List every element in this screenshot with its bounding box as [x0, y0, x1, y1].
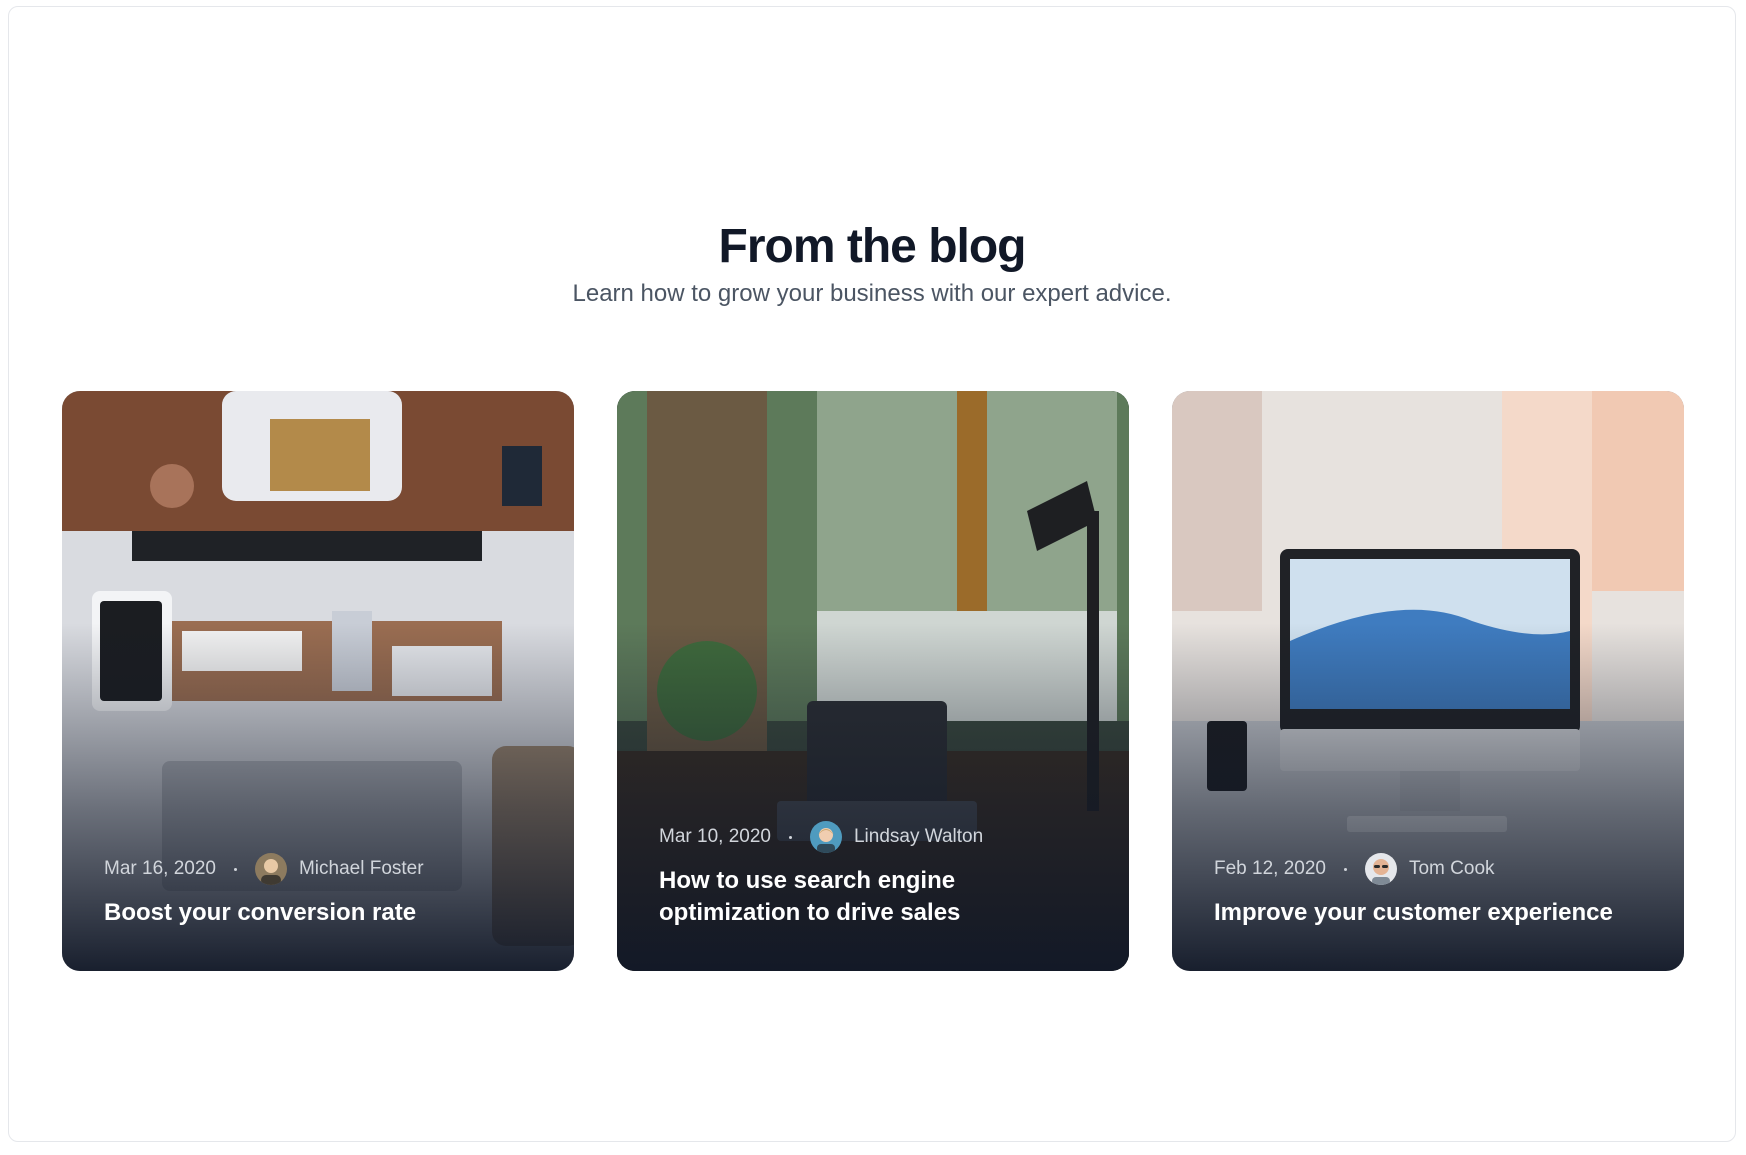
- card-content: Mar 10, 2020 Lindsay Walton How to use s…: [659, 821, 1099, 929]
- blog-post-card[interactable]: Feb 12, 2020 Tom Cook Improve your custo…: [1172, 391, 1684, 971]
- meta-separator: [233, 867, 237, 871]
- post-date: Feb 12, 2020: [1214, 858, 1326, 879]
- card-content: Mar 16, 2020 Michael Foster Boost your c…: [104, 853, 544, 929]
- blog-post-card[interactable]: Mar 16, 2020 Michael Foster Boost your c…: [62, 391, 574, 971]
- post-author[interactable]: Lindsay Walton: [854, 823, 983, 851]
- meta-separator: [788, 835, 792, 839]
- post-date: Mar 10, 2020: [659, 826, 771, 847]
- card-content: Feb 12, 2020 Tom Cook Improve your custo…: [1214, 853, 1654, 929]
- author-avatar: [1364, 853, 1397, 885]
- post-meta: Mar 10, 2020 Lindsay Walton: [659, 821, 1099, 853]
- blog-card-list: Mar 16, 2020 Michael Foster Boost your c…: [0, 0, 1746, 1155]
- post-date: Mar 16, 2020: [104, 858, 216, 879]
- post-title[interactable]: How to use search engine optimization to…: [659, 865, 1099, 929]
- post-meta: Mar 16, 2020 Michael Foster: [104, 853, 544, 885]
- post-title[interactable]: Improve your customer experience: [1214, 897, 1654, 929]
- post-author[interactable]: Michael Foster: [299, 855, 424, 883]
- post-meta: Feb 12, 2020 Tom Cook: [1214, 853, 1654, 885]
- blog-post-card[interactable]: Mar 10, 2020 Lindsay Walton How to use s…: [617, 391, 1129, 971]
- author-avatar: [809, 821, 842, 853]
- author-avatar: [254, 853, 287, 885]
- post-author[interactable]: Tom Cook: [1409, 855, 1495, 883]
- post-title[interactable]: Boost your conversion rate: [104, 897, 544, 929]
- meta-separator: [1343, 867, 1347, 871]
